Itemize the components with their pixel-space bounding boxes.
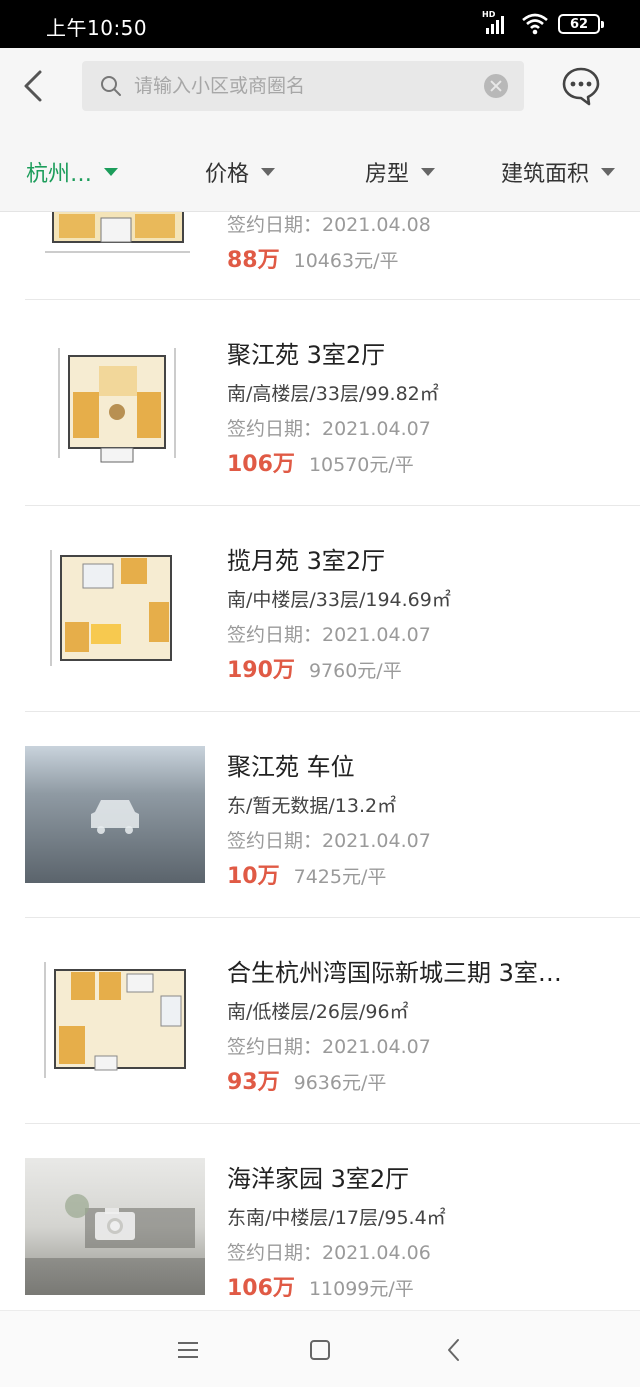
price-row: 10万 7425元/平 [227,862,622,892]
filter-layout[interactable]: 房型 [365,156,436,188]
floorplan-image [25,212,205,259]
battery-level: 62 [569,16,589,32]
unit-price: 7425元/平 [293,866,387,888]
listing-detail: 东南/中楼层/17层/95.4㎡ [227,1207,446,1229]
filter-price[interactable]: 价格 [205,156,276,188]
caret-down-icon [261,168,276,176]
listing-detail: 南/低楼层/26层/96㎡ [227,1001,409,1023]
battery-icon: 62 [558,14,604,34]
price-row: 93万 9636元/平 [227,1068,622,1098]
filter-city[interactable]: 杭州… [26,156,119,188]
search-input[interactable] [134,61,464,111]
floorplan-image [25,540,205,677]
listing-title: 聚江苑 车位 [227,753,355,781]
total-price: 106万 [227,1276,295,1301]
list-item[interactable]: 签约日期：2021.04.08 88万 10463元/平 [0,212,640,300]
filter-price-label: 价格 [205,162,250,187]
filter-area[interactable]: 建筑面积 [501,156,616,188]
unit-price: 9760元/平 [308,660,402,682]
parking-placeholder-image [25,746,205,883]
caret-down-icon [601,168,616,176]
floorplan-image [25,952,205,1089]
menu-icon[interactable] [175,1337,201,1363]
listing-detail: 南/高楼层/33层/99.82㎡ [227,383,439,405]
status-icons: HD 62 [482,10,604,36]
contract-date: 签约日期：2021.04.07 [227,418,431,440]
list-item[interactable]: 揽月苑 3室2厅 南/中楼层/33层/194.69㎡ 签约日期：2021.04.… [0,506,640,712]
listing-list[interactable]: 签约日期：2021.04.08 88万 10463元/平 聚江苑 3室2厅 南/高… [0,212,640,1310]
price-row: 88万 10463元/平 [227,246,622,276]
camera-placeholder-image [25,1158,205,1295]
search-icon [101,76,121,96]
list-item[interactable]: 聚江苑 3室2厅 南/高楼层/33层/99.82㎡ 签约日期：2021.04.0… [0,300,640,506]
header: 杭州… 价格 房型 建筑面积 [0,48,640,212]
list-item[interactable]: 聚江苑 车位 东/暂无数据/13.2㎡ 签约日期：2021.04.07 10万 7… [0,712,640,918]
total-price: 190万 [227,658,295,683]
wifi-icon [522,13,548,35]
total-price: 10万 [227,864,280,889]
list-item[interactable]: 海洋家园 3室2厅 东南/中楼层/17层/95.4㎡ 签约日期：2021.04.… [0,1124,640,1310]
contract-date: 签约日期：2021.04.08 [227,214,431,236]
signal-icon: HD [482,10,512,36]
contract-date: 签约日期：2021.04.06 [227,1242,431,1264]
unit-price: 10463元/平 [293,250,399,272]
search-box[interactable] [82,61,524,111]
price-row: 106万 10570元/平 [227,450,622,480]
back-button[interactable] [18,66,50,106]
floorplan-image [25,334,205,471]
contract-date: 签约日期：2021.04.07 [227,624,431,646]
caret-down-icon [104,168,119,176]
listing-title: 合生杭州湾国际新城三期 3室… [227,959,562,987]
caret-down-icon [421,168,436,176]
filter-bar: 杭州… 价格 房型 建筑面积 [0,138,640,212]
contract-date: 签约日期：2021.04.07 [227,830,431,852]
filter-area-label: 建筑面积 [501,162,590,187]
listing-title: 揽月苑 3室2厅 [227,547,386,575]
total-price: 93万 [227,1070,280,1095]
listing-title: 海洋家园 3室2厅 [227,1165,410,1193]
filter-city-label: 杭州… [26,162,93,187]
unit-price: 9636元/平 [293,1072,387,1094]
price-row: 106万 11099元/平 [227,1274,622,1304]
total-price: 88万 [227,248,280,273]
list-item[interactable]: 合生杭州湾国际新城三期 3室… 南/低楼层/26层/96㎡ 签约日期：2021.… [0,918,640,1124]
unit-price: 10570元/平 [308,454,414,476]
square-home-icon[interactable] [307,1337,333,1363]
clear-icon[interactable] [484,74,508,98]
listing-detail: 南/中楼层/33层/194.69㎡ [227,589,451,611]
total-price: 106万 [227,452,295,477]
triangle-back-icon[interactable] [441,1337,467,1363]
system-nav-bar [0,1310,640,1387]
listing-detail: 东/暂无数据/13.2㎡ [227,795,397,817]
unit-price: 11099元/平 [308,1278,414,1300]
price-row: 190万 9760元/平 [227,656,622,686]
chat-bubble-icon[interactable] [561,66,601,106]
filter-layout-label: 房型 [365,162,410,187]
status-bar: 上午10:50 HD 62 [0,0,640,48]
contract-date: 签约日期：2021.04.07 [227,1036,431,1058]
listing-title: 聚江苑 3室2厅 [227,341,386,369]
status-time: 上午10:50 [46,16,148,40]
